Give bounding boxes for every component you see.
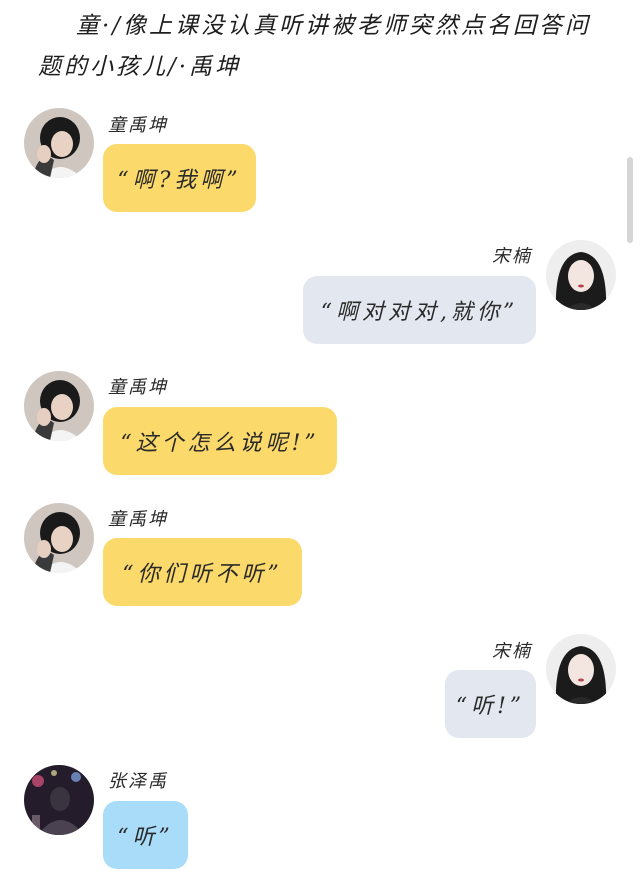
sender-name: 宋楠	[492, 641, 532, 662]
boy-avatar[interactable]	[24, 108, 94, 178]
sender-name: 童禹坤	[108, 509, 168, 530]
boy-avatar[interactable]	[24, 503, 94, 573]
girl-avatar[interactable]	[546, 240, 616, 310]
message-bubble[interactable]: “你们听不听”	[103, 538, 302, 606]
boy-avatar[interactable]	[24, 371, 94, 441]
message-bubble[interactable]: “听”	[103, 801, 188, 869]
sender-name: 童禹坤	[108, 115, 168, 136]
scrollbar[interactable]	[627, 157, 633, 243]
message-bubble[interactable]: “啊对对对,就你”	[303, 276, 536, 344]
sender-name: 宋楠	[492, 246, 532, 267]
message-bubble[interactable]: “这个怎么说呢!”	[103, 407, 337, 475]
sender-name: 张泽禹	[108, 771, 168, 792]
message-bubble[interactable]: “听!”	[445, 670, 536, 738]
girl-avatar[interactable]	[546, 634, 616, 704]
page-title: 童·/像上课没认真听讲被老师突然点名回答问题的小孩儿/·禹坤	[38, 13, 592, 80]
concert-avatar[interactable]	[24, 765, 94, 835]
sender-name: 童禹坤	[108, 377, 168, 398]
message-bubble[interactable]: “啊?我啊”	[103, 144, 256, 212]
